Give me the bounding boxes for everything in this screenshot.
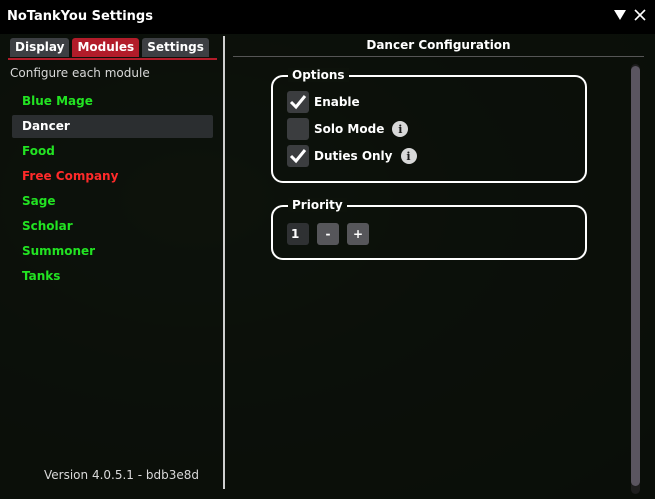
version-label: Version 4.0.5.1 - bdb3e8d xyxy=(44,468,200,482)
triangle-down-icon[interactable] xyxy=(613,7,627,23)
solo-mode-row[interactable]: Solo Mode i xyxy=(287,118,409,140)
duties-only-label: Duties Only xyxy=(314,149,393,163)
module-item-sage[interactable]: Sage xyxy=(12,190,213,213)
tab-settings[interactable]: Settings xyxy=(142,38,209,57)
config-scrollbar[interactable] xyxy=(631,64,640,494)
module-item-dancer[interactable]: Dancer xyxy=(12,115,213,138)
panel-divider[interactable] xyxy=(223,36,225,489)
module-item-blue-mage[interactable]: Blue Mage xyxy=(12,90,213,113)
config-header: Dancer Configuration xyxy=(366,38,511,52)
enable-label: Enable xyxy=(314,95,360,109)
window-title: NoTankYou Settings xyxy=(7,9,153,24)
header-separator xyxy=(233,56,644,57)
tab-bar: Display Modules Settings xyxy=(10,38,209,57)
options-group: Options Enable Solo Mode i Duties Only i xyxy=(271,68,587,183)
info-icon[interactable]: i xyxy=(392,121,409,137)
enable-checkbox[interactable] xyxy=(287,91,309,113)
priority-title: Priority xyxy=(288,198,347,212)
tab-underline xyxy=(8,58,217,60)
priority-group: Priority 1 - + xyxy=(271,198,587,260)
module-item-scholar[interactable]: Scholar xyxy=(12,215,213,238)
close-icon[interactable] xyxy=(633,7,647,23)
solo-mode-checkbox[interactable] xyxy=(287,118,309,140)
module-list: Blue Mage Dancer Food Free Company Sage … xyxy=(12,90,213,290)
priority-value[interactable]: 1 xyxy=(287,223,309,245)
module-item-tanks[interactable]: Tanks xyxy=(12,265,213,288)
priority-decrement-button[interactable]: - xyxy=(317,223,339,245)
tab-display[interactable]: Display xyxy=(10,38,70,57)
enable-row[interactable]: Enable xyxy=(287,91,360,113)
priority-increment-button[interactable]: + xyxy=(347,223,369,245)
module-list-caption: Configure each module xyxy=(10,66,150,80)
duties-only-checkbox[interactable] xyxy=(287,145,309,167)
check-icon xyxy=(289,149,307,164)
info-icon[interactable]: i xyxy=(400,148,417,164)
title-bar[interactable]: NoTankYou Settings xyxy=(0,0,655,34)
duties-only-row[interactable]: Duties Only i xyxy=(287,145,417,167)
solo-mode-label: Solo Mode xyxy=(314,122,385,136)
priority-stepper: 1 - + xyxy=(287,223,369,245)
module-item-free-company[interactable]: Free Company xyxy=(12,165,213,188)
module-item-food[interactable]: Food xyxy=(12,140,213,163)
tab-modules[interactable]: Modules xyxy=(72,38,140,57)
module-item-summoner[interactable]: Summoner xyxy=(12,240,213,263)
settings-window: Display Modules Settings Configure each … xyxy=(0,34,655,499)
check-icon xyxy=(289,95,307,110)
options-title: Options xyxy=(288,68,349,82)
scroll-thumb[interactable] xyxy=(631,66,640,486)
